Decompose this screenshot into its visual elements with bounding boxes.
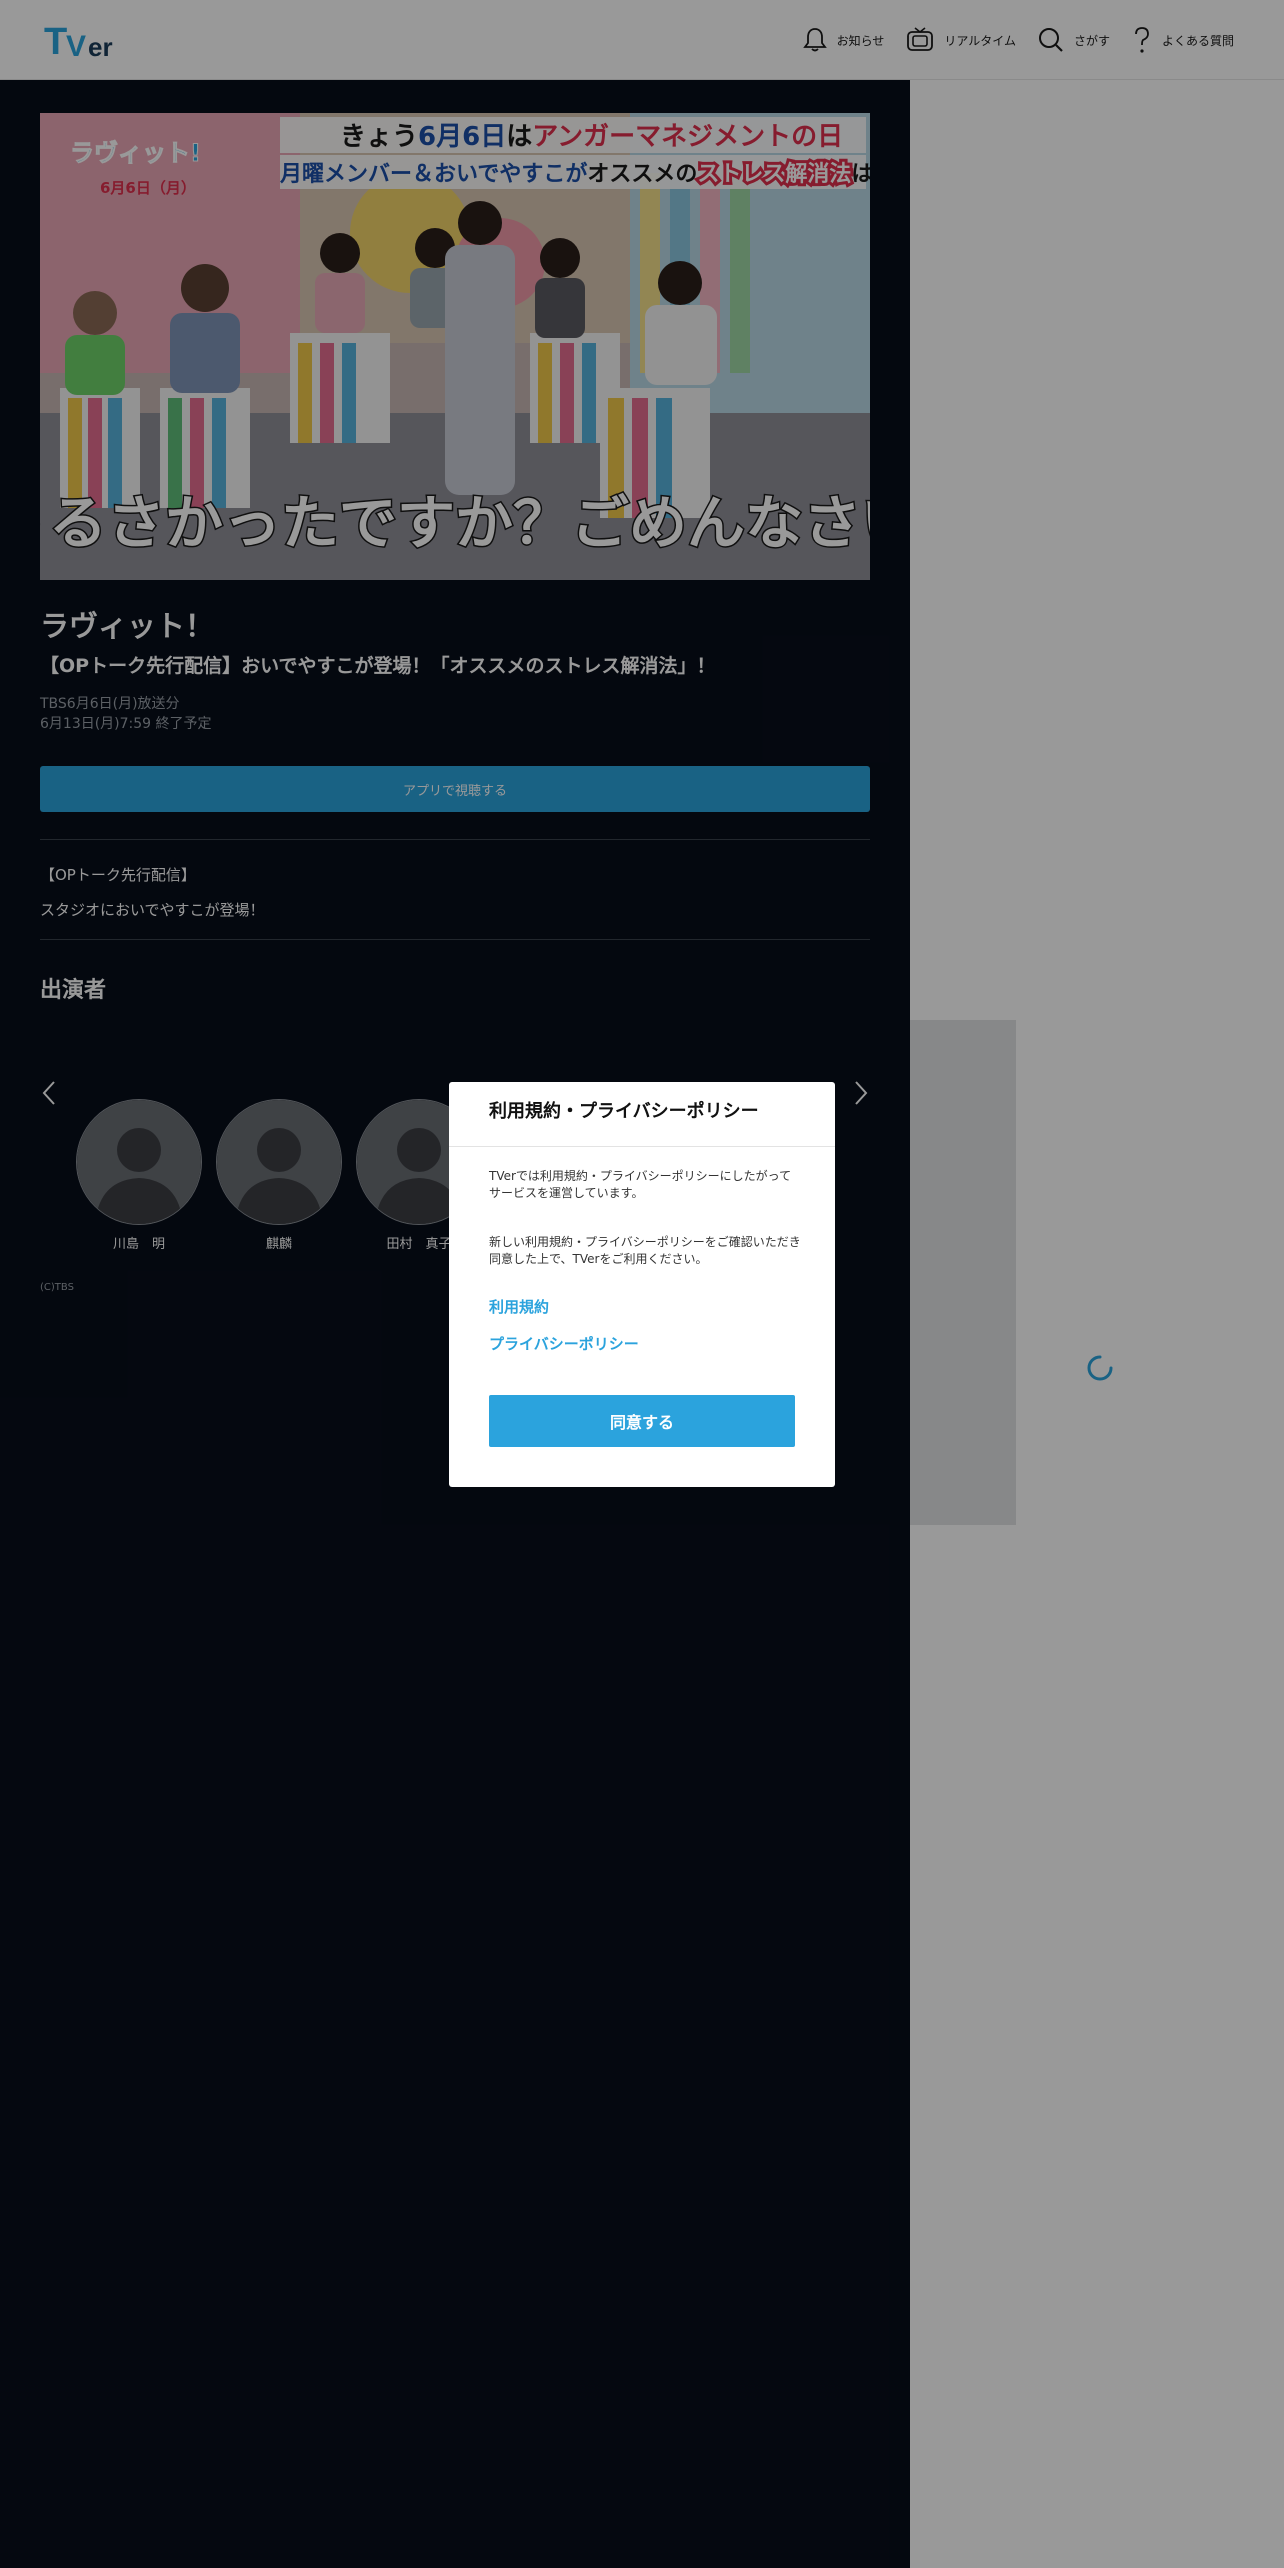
terms-link[interactable]: 利用規約 bbox=[489, 1296, 549, 1317]
terms-modal: 利用規約・プライバシーポリシー TVerでは利用規約・プライバシーポリシーにした… bbox=[449, 1082, 835, 1487]
modal-text-1: TVerでは利用規約・プライバシーポリシーにしたがってサービスを運営しています。 bbox=[489, 1169, 792, 1200]
modal-text-2: 新しい利用規約・プライバシーポリシーをご確認いただき同意した上で、TVerをご利… bbox=[489, 1235, 801, 1266]
agree-button[interactable]: 同意する bbox=[489, 1395, 795, 1447]
privacy-policy-link[interactable]: プライバシーポリシー bbox=[489, 1333, 639, 1354]
modal-title: 利用規約・プライバシーポリシー bbox=[449, 1082, 835, 1147]
